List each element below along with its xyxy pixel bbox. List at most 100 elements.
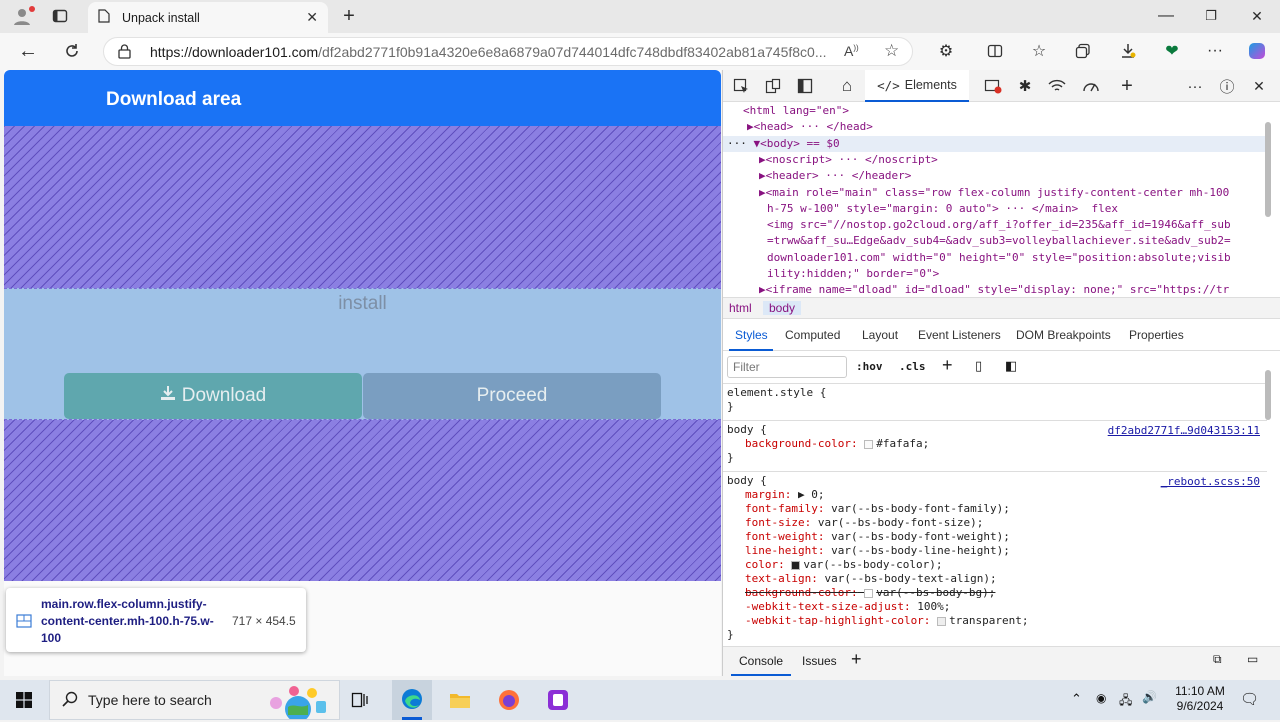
tab-event-listeners[interactable]: Event Listeners xyxy=(918,328,1001,342)
element-style-rule[interactable]: element.style { } xyxy=(727,386,1267,414)
notifications-icon[interactable]: 🗨 xyxy=(1240,690,1259,708)
url-text[interactable]: https://downloader101.com/df2abd2771f0b9… xyxy=(150,44,840,60)
split-screen-icon[interactable] xyxy=(981,37,1009,65)
dom-line-main-cont[interactable]: h-75 w-100" style="margin: 0 auto"> ··· … xyxy=(767,201,1118,217)
tab-computed[interactable]: Computed xyxy=(785,328,840,342)
dom-line-main[interactable]: ▶<main role="main" class="row flex-colum… xyxy=(759,185,1229,201)
rule2-decl[interactable]: -webkit-tap-highlight-color: transparent… xyxy=(727,614,1267,628)
copilot-icon[interactable] xyxy=(1243,37,1271,65)
network-icon[interactable]: 🖧 xyxy=(1119,691,1132,712)
maximize-button[interactable]: ❐ xyxy=(1197,2,1225,30)
tray-icon[interactable]: ◉ xyxy=(1096,691,1106,705)
rule2-decl[interactable]: -webkit-text-size-adjust: 100%; xyxy=(727,600,1267,614)
bug-icon[interactable]: ✱ xyxy=(1011,72,1039,100)
tray-chevron-icon[interactable]: ⌃ xyxy=(1071,691,1082,707)
favorite-icon[interactable]: ☆ xyxy=(884,41,899,61)
dock-icon[interactable] xyxy=(791,72,819,100)
dom-line-header[interactable]: ▶<header> ··· </header> xyxy=(759,168,911,184)
color-swatch[interactable] xyxy=(864,439,874,449)
rule1-prop[interactable]: background-color: xyxy=(745,437,858,450)
welcome-home-icon[interactable]: ⌂ xyxy=(833,72,861,100)
edge-taskbar-item[interactable] xyxy=(392,680,432,720)
rule2-decl-overridden[interactable]: background-color: var(--bs-body-bg); xyxy=(727,586,1267,600)
dom-line-img-4[interactable]: ility:hidden;" border="0"> xyxy=(767,266,939,282)
more-icon[interactable]: ··· xyxy=(1201,37,1229,65)
devtools-more-icon[interactable]: ··· xyxy=(1181,72,1209,100)
refresh-icon[interactable] xyxy=(58,37,86,65)
proceed-button[interactable]: Proceed xyxy=(363,373,661,419)
taskbar-search[interactable]: Type here to search xyxy=(49,680,340,722)
styles-filter-input[interactable]: Filter xyxy=(727,356,847,378)
devtools-close-icon[interactable]: ✕ xyxy=(1245,72,1273,100)
dom-line-img-2[interactable]: =trww&aff_su…Edge&adv_sub4=&adv_sub3=vol… xyxy=(767,233,1231,249)
windows-start-icon[interactable] xyxy=(10,686,38,714)
dom-line-iframe[interactable]: ▶<iframe name="dload" id="dload" style="… xyxy=(759,282,1259,298)
paint-icon[interactable]: ▯ xyxy=(975,358,982,374)
tab-layout[interactable]: Layout xyxy=(862,328,898,342)
rule1-source-link[interactable]: df2abd2771f…9d043153:11 xyxy=(1108,424,1260,437)
lock-icon[interactable] xyxy=(118,44,131,62)
minimize-button[interactable]: — xyxy=(1152,2,1180,30)
back-icon[interactable]: ← xyxy=(14,37,42,65)
color-swatch[interactable] xyxy=(864,588,874,598)
dom-line-img-3[interactable]: downloader101.com" width="0" height="0" … xyxy=(767,250,1231,266)
extensions-icon[interactable]: ⚙ xyxy=(932,37,960,65)
tab-dom-breakpoints[interactable]: DOM Breakpoints xyxy=(1016,328,1111,342)
task-view-icon[interactable] xyxy=(346,686,374,714)
drawer-tab-console[interactable]: Console xyxy=(739,654,783,668)
color-swatch[interactable] xyxy=(937,616,947,626)
more-tools-plus-icon[interactable]: + xyxy=(1113,72,1141,100)
rule2-decl[interactable]: font-size: var(--bs-body-font-size); xyxy=(727,516,1267,530)
color-swatch[interactable] xyxy=(791,560,801,570)
network-wifi-icon[interactable] xyxy=(1043,72,1071,100)
app-icon[interactable] xyxy=(544,686,572,714)
tab-elements[interactable]: </> Elements xyxy=(865,70,969,102)
clock[interactable]: 11:10 AM 9/6/2024 xyxy=(1160,684,1240,714)
rule2-decl[interactable]: text-align: var(--bs-body-text-align); xyxy=(727,572,1267,586)
rule2-decl[interactable]: font-weight: var(--bs-body-font-weight); xyxy=(727,530,1267,544)
performance-icon[interactable]: ❤ xyxy=(1158,37,1186,65)
rule1-value[interactable]: #fafafa; xyxy=(876,437,929,450)
dom-line-html[interactable]: <html lang="en"> xyxy=(743,103,849,119)
crumb-html[interactable]: html xyxy=(729,301,752,315)
crumb-body[interactable]: body xyxy=(763,301,802,315)
dom-scrollbar[interactable] xyxy=(1265,122,1271,217)
tab-properties[interactable]: Properties xyxy=(1129,328,1184,342)
drawer-plus-icon[interactable]: + xyxy=(851,649,862,670)
performance-gauge-icon[interactable] xyxy=(1077,72,1105,100)
help-icon[interactable]: ⓘ xyxy=(1213,72,1241,100)
rule2-decl[interactable]: font-family: var(--bs-body-font-family); xyxy=(727,502,1267,516)
volume-icon[interactable]: 🔊 xyxy=(1142,690,1157,704)
inspect-icon[interactable] xyxy=(727,72,755,100)
rule2-decl[interactable]: line-height: var(--bs-body-line-height); xyxy=(727,544,1267,558)
dom-line-body[interactable]: ··· ▼<body> == $0 xyxy=(727,136,840,152)
new-tab-plus-icon[interactable]: + xyxy=(335,2,363,30)
device-emulation-icon[interactable] xyxy=(759,72,787,100)
file-explorer-icon[interactable] xyxy=(446,686,474,714)
browser-tab[interactable]: Unpack install ✕ xyxy=(88,2,328,33)
favorites-icon[interactable]: ☆ xyxy=(1025,37,1053,65)
dom-line-img[interactable]: <img src="//nostop.go2cloud.org/aff_i?of… xyxy=(767,217,1231,233)
tab-styles[interactable]: Styles xyxy=(735,328,768,342)
rule2-decl[interactable]: margin: ▶ 0; xyxy=(727,488,1267,502)
read-aloud-icon[interactable]: A)) xyxy=(844,43,859,59)
toggle-sidebar-icon[interactable]: ◧ xyxy=(1005,358,1017,374)
hov-toggle[interactable]: :hov xyxy=(856,360,883,373)
rule2-decl[interactable]: color: var(--bs-body-color); xyxy=(727,558,1267,572)
tab-actions-icon[interactable] xyxy=(46,2,74,30)
undock-drawer-icon[interactable]: ⧉ xyxy=(1213,652,1222,667)
dom-line-noscript[interactable]: ▶<noscript> ··· </noscript> xyxy=(759,152,938,168)
collections-icon[interactable] xyxy=(1069,37,1097,65)
drawer-tab-issues[interactable]: Issues xyxy=(802,654,837,668)
window-close-button[interactable]: ✕ xyxy=(1243,2,1271,30)
firefox-icon[interactable] xyxy=(495,686,523,714)
cls-toggle[interactable]: .cls xyxy=(899,360,926,373)
style-rule-2[interactable]: body { margin: ▶ 0; font-family: var(--b… xyxy=(727,474,1267,642)
styles-scrollbar[interactable] xyxy=(1265,370,1271,420)
close-drawer-icon[interactable]: ▭ xyxy=(1247,652,1258,666)
download-button[interactable]: Download xyxy=(64,373,362,419)
address-bar[interactable]: https://downloader101.com/df2abd2771f0b9… xyxy=(103,37,913,66)
new-rule-plus-icon[interactable]: + xyxy=(942,355,953,376)
rule2-source-link[interactable]: _reboot.scss:50 xyxy=(1161,475,1260,488)
downloads-icon[interactable] xyxy=(1114,37,1142,65)
